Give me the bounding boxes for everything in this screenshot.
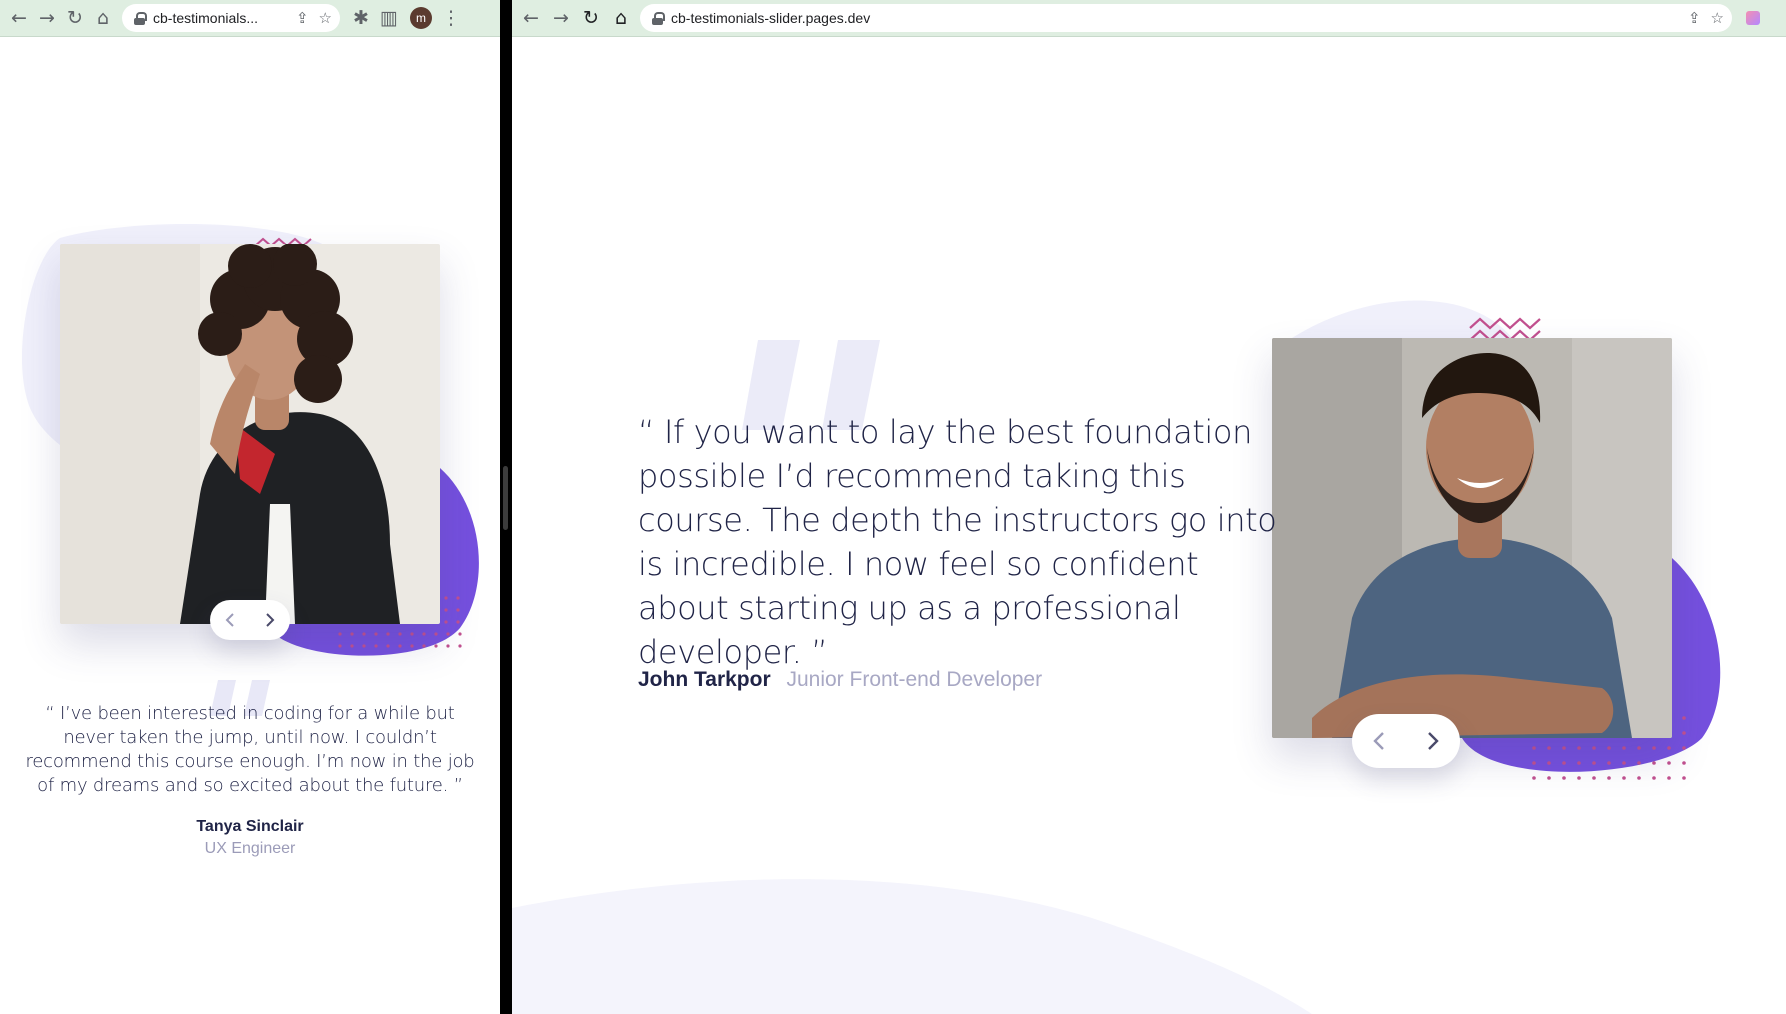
arrow-right-icon[interactable]: →: [548, 5, 574, 31]
star-icon[interactable]: ☆: [319, 9, 332, 27]
star-icon[interactable]: ☆: [1711, 9, 1724, 27]
arrow-right-icon[interactable]: →: [34, 5, 60, 31]
resize-handle[interactable]: [503, 466, 508, 530]
avatar[interactable]: m: [410, 7, 432, 29]
share-icon[interactable]: ⇪: [1688, 9, 1701, 27]
bottom-curve: [512, 879, 1312, 1014]
screen: ← → ↻ ⌂ cb-testimonials... ⇪ ☆ ✱ ▥ m ⋮ “…: [0, 0, 1786, 1014]
testimonial-role: Junior Front-end Developer: [786, 668, 1043, 691]
chevron-right-icon[interactable]: [1418, 726, 1448, 756]
testimonial-attribution: John Tarkpor Junior Front-end Developer: [638, 668, 1042, 692]
lock-icon[interactable]: [652, 11, 665, 25]
more-vert-icon[interactable]: ⋮: [438, 5, 464, 31]
url-text: cb-testimonials...: [153, 10, 259, 26]
person-image: [1272, 338, 1672, 738]
arrow-left-icon[interactable]: ←: [518, 5, 544, 31]
arrow-left-icon[interactable]: ←: [6, 5, 32, 31]
slider-controls: [210, 600, 290, 640]
testimonial-name: Tanya Sinclair: [196, 818, 304, 835]
chevron-right-icon[interactable]: [255, 605, 285, 635]
testimonial-name: John Tarkpor: [638, 668, 771, 691]
address-bar[interactable]: cb-testimonials... ⇪ ☆: [122, 4, 340, 32]
url-text: cb-testimonials-slider.pages.dev: [671, 10, 871, 26]
left-browser-window: ← → ↻ ⌂ cb-testimonials... ⇪ ☆ ✱ ▥ m ⋮ “…: [0, 0, 500, 1014]
tanya-photo: [60, 244, 440, 624]
chevron-left-icon[interactable]: [215, 605, 245, 635]
home-icon[interactable]: ⌂: [608, 5, 634, 31]
share-icon[interactable]: ⇪: [296, 9, 309, 27]
puzzle-icon[interactable]: ✱: [348, 5, 374, 31]
slider-controls: [1352, 714, 1460, 768]
testimonial-quote: “ If you want to lay the best foundation…: [638, 413, 1277, 671]
browser-toolbar: ← → ↻ ⌂ cb-testimonials... ⇪ ☆ ✱ ▥ m ⋮: [0, 0, 500, 37]
reload-icon[interactable]: ↻: [62, 5, 88, 31]
right-page: “ If you want to lay the best foundation…: [512, 38, 1786, 1014]
testimonial-quote: “ I’ve been interested in coding for a w…: [25, 703, 475, 796]
left-page: “ I’ve been interested in coding for a w…: [0, 38, 500, 1014]
right-browser-window: ← → ↻ ⌂ cb-testimonials-slider.pages.dev…: [512, 0, 1786, 1014]
home-icon[interactable]: ⌂: [90, 5, 116, 31]
browser-toolbar: ← → ↻ ⌂ cb-testimonials-slider.pages.dev…: [512, 0, 1786, 37]
john-photo: [1272, 338, 1672, 738]
side-panel-icon[interactable]: ▥: [376, 5, 402, 31]
chevron-left-icon[interactable]: [1364, 726, 1394, 756]
person-image: [60, 244, 440, 624]
testimonial-role: UX Engineer: [204, 840, 296, 857]
extension-icon[interactable]: [1746, 11, 1760, 25]
address-bar[interactable]: cb-testimonials-slider.pages.dev ⇪ ☆: [640, 4, 1732, 32]
lock-icon[interactable]: [134, 11, 147, 25]
reload-icon[interactable]: ↻: [578, 5, 604, 31]
